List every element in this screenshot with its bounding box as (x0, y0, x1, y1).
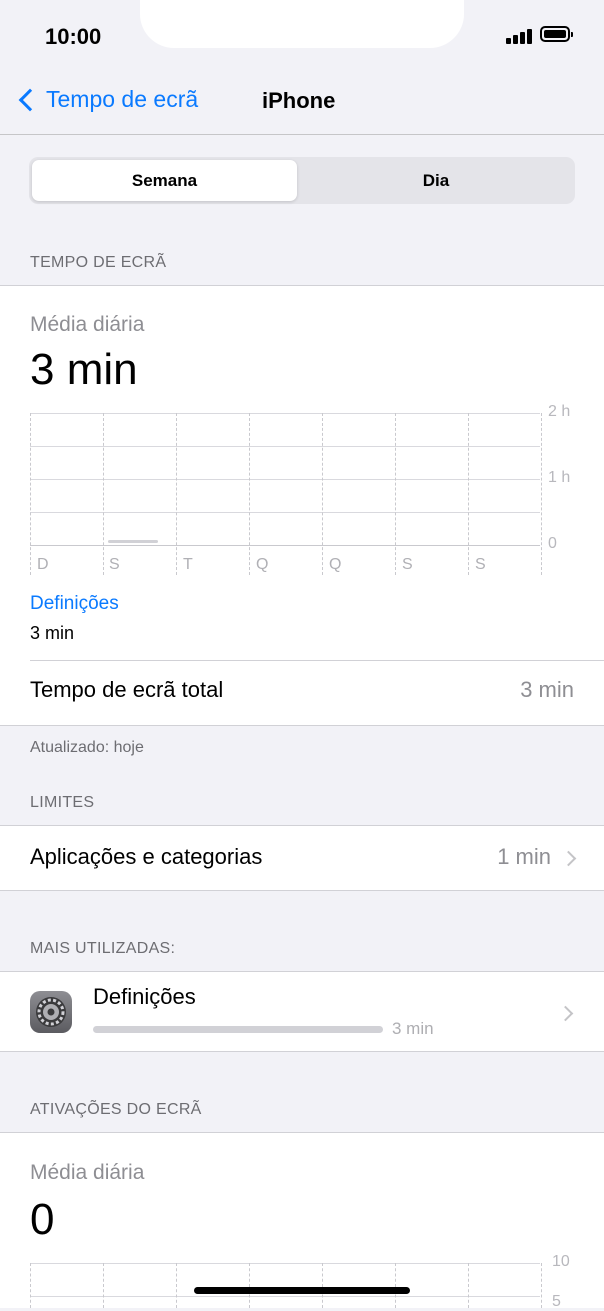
apps-categories-value: 1 min (497, 844, 551, 869)
x-tick-label: S (109, 556, 120, 573)
chevron-right-icon (560, 850, 577, 867)
apps-categories-value-wrap: 1 min (497, 844, 577, 870)
apps-categories-row[interactable]: Aplicações e categorias 1 min (30, 844, 577, 870)
most-used-app-name: Definições (93, 984, 196, 1009)
page-title: iPhone (262, 88, 336, 113)
x-tick-label: S (475, 556, 486, 573)
usage-bar (93, 1026, 383, 1033)
apps-categories-label: Aplicações e categorias (30, 844, 263, 869)
chevron-left-icon (18, 88, 42, 111)
notch (140, 0, 464, 48)
pickups-y-tick-label: 10 (552, 1253, 570, 1270)
cellular-signal-icon (506, 28, 532, 44)
settings-gear-icon (30, 991, 72, 1033)
pickups-average-label: Média diária (30, 1161, 145, 1184)
x-tick-label: D (37, 556, 49, 573)
home-indicator[interactable] (194, 1287, 410, 1294)
segment-week[interactable]: Semana (32, 160, 297, 201)
total-screen-time-row[interactable]: Tempo de ecrã total 3 min (30, 677, 574, 703)
x-tick-label: T (183, 556, 193, 573)
chart-bar (108, 539, 158, 543)
category-settings-value: 3 min (30, 623, 75, 643)
pickups-average-value: 0 (30, 1195, 55, 1244)
updated-label: Atualizado: hoje (30, 739, 144, 756)
status-bar: 10:00 (0, 0, 604, 70)
y-tick-label: 2 h (548, 403, 571, 420)
back-button-label: Tempo de ecrã (46, 86, 199, 112)
pickups-card: Média diária 0 10 5 (0, 1132, 604, 1310)
most-used-app-time: 3 min (392, 1019, 434, 1038)
total-screen-time-label: Tempo de ecrã total (30, 677, 224, 702)
navigation-bar: Tempo de ecrã iPhone (0, 70, 604, 135)
screen-time-card: Média diária 3 min 2 h 1 h 0 D S T Q Q S… (0, 285, 604, 726)
pickups-y-tick-label: 5 (552, 1293, 561, 1310)
period-segmented-control: Semana Dia (29, 157, 575, 204)
category-settings-label[interactable]: Definições (30, 593, 119, 615)
section-header-pickups: ATIVAÇÕES DO ECRÃ (30, 1101, 202, 1118)
limits-card: Aplicações e categorias 1 min (0, 825, 604, 891)
section-header-screen-time: TEMPO DE ECRÃ (30, 254, 167, 271)
back-button[interactable]: Tempo de ecrã (16, 86, 198, 113)
status-time: 10:00 (45, 24, 102, 49)
most-used-item-row[interactable]: Definições 3 min (0, 971, 604, 1052)
chevron-right-icon (557, 1005, 574, 1022)
y-tick-label: 1 h (548, 469, 571, 486)
x-tick-label: Q (329, 556, 342, 573)
screen-time-chart[interactable]: 2 h 1 h 0 D S T Q Q S S (0, 285, 604, 585)
y-tick-label: 0 (548, 535, 557, 552)
section-header-limits: LIMITES (30, 794, 95, 811)
x-tick-label: S (402, 556, 413, 573)
battery-icon (540, 26, 573, 42)
x-tick-label: Q (256, 556, 269, 573)
total-screen-time-value: 3 min (520, 677, 574, 702)
section-header-most-used: MAIS UTILIZADAS: (30, 940, 176, 957)
segment-day[interactable]: Dia (301, 160, 571, 201)
